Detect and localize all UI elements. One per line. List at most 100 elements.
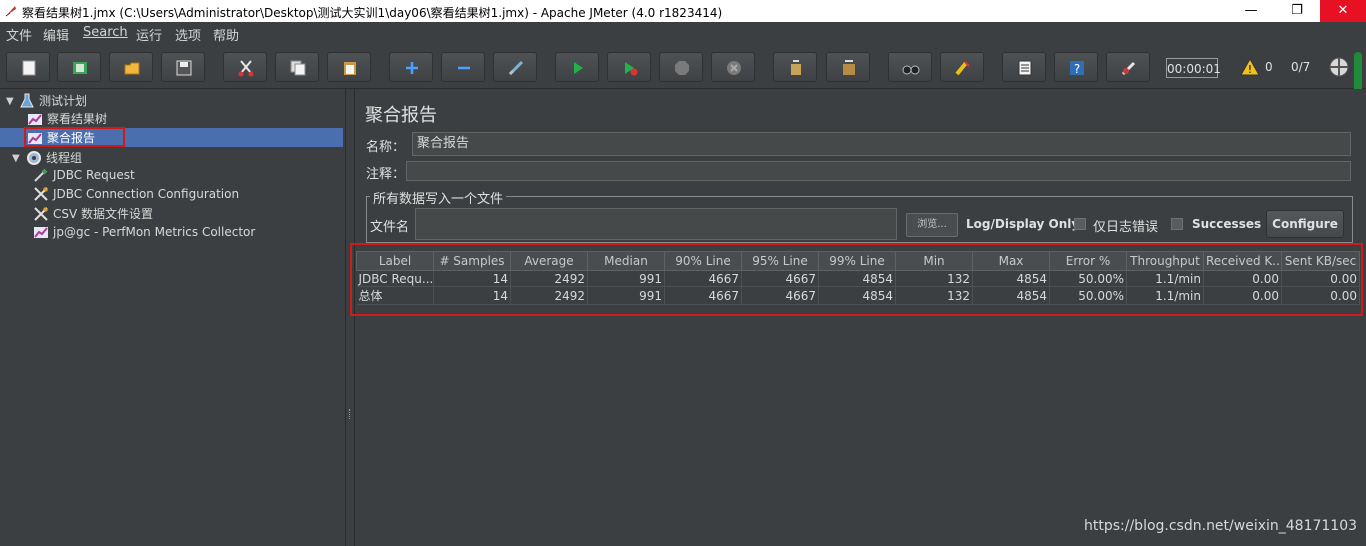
menu-help[interactable]: 帮助 xyxy=(213,25,239,44)
minimize-button[interactable]: — xyxy=(1228,0,1274,22)
reset-search-button[interactable] xyxy=(940,52,984,82)
maximize-button[interactable]: ❐ xyxy=(1274,0,1320,22)
templates-icon xyxy=(73,62,87,74)
start-no-pause-button[interactable] xyxy=(607,52,651,82)
cut-button[interactable] xyxy=(223,52,267,82)
errors-only-label: 仅日志错误 xyxy=(1093,220,1159,235)
function-helper-icon xyxy=(1018,60,1032,76)
remote-button[interactable] xyxy=(1106,52,1150,82)
tree-node-jdbc-connection[interactable]: JDBC Connection Configuration xyxy=(33,186,239,204)
open-button[interactable] xyxy=(109,52,153,82)
toolbar: ? 00:00:01 ! 0 0/7 xyxy=(0,46,1366,89)
browse-button[interactable]: 浏览... xyxy=(906,213,958,237)
expand-arrow-icon[interactable]: ▼ xyxy=(12,153,20,164)
tree-node-label: 线程组 xyxy=(46,151,83,165)
tree-node-perfmon[interactable]: jp@gc - PerfMon Metrics Collector xyxy=(33,224,255,242)
file-output-group-title: 所有数据写入一个文件 xyxy=(370,188,507,207)
tree-node-label: 察看结果树 xyxy=(47,112,108,126)
tree-node-test-plan[interactable]: 测试计划 xyxy=(19,92,87,110)
search-icon xyxy=(902,65,920,75)
annotation-table-highlight-box xyxy=(350,243,1363,316)
cut-icon xyxy=(238,60,254,77)
tree-node-label: CSV 数据文件设置 xyxy=(53,207,154,221)
expand-all-button[interactable] xyxy=(389,52,433,82)
copy-button[interactable] xyxy=(275,52,319,82)
configure-button[interactable]: Configure xyxy=(1266,210,1344,238)
paste-icon xyxy=(344,62,356,75)
menu-search[interactable]: Search xyxy=(83,25,128,40)
menu-bar: 文件 编辑 Search 运行 选项 帮助 xyxy=(0,22,1366,44)
tree-node-thread-group[interactable]: 线程组 xyxy=(26,149,82,167)
new-button[interactable] xyxy=(6,52,50,82)
clear-icon xyxy=(791,60,801,75)
new-icon xyxy=(22,60,36,76)
successes-label: Successes xyxy=(1192,217,1262,231)
watermark-text: https://blog.csdn.net/weixin_48171103 xyxy=(1084,518,1358,534)
svg-text:!: ! xyxy=(1248,63,1252,76)
title-bar: 察看结果树1.jmx (C:\Users\Administrator\Deskt… xyxy=(0,0,1366,22)
tree-node-view-results-tree[interactable]: 察看结果树 xyxy=(27,110,107,128)
expand-icon xyxy=(406,62,418,74)
successes-checkbox[interactable] xyxy=(1171,218,1183,230)
page-title: 聚合报告 xyxy=(365,105,437,126)
window-title: 察看结果树1.jmx (C:\Users\Administrator\Deskt… xyxy=(22,6,723,20)
clear-button[interactable] xyxy=(773,52,817,82)
name-label: 名称： xyxy=(366,140,406,155)
divider-grip[interactable] xyxy=(349,409,352,419)
gear-icon xyxy=(27,150,41,165)
menu-options[interactable]: 选项 xyxy=(175,25,201,44)
errors-only-checkbox[interactable] xyxy=(1074,218,1086,230)
collapse-all-button[interactable] xyxy=(441,52,485,82)
aggregate-report-panel: 聚合报告 名称： 聚合报告 注释： 所有数据写入一个文件 文件名 浏览... L… xyxy=(356,89,1366,546)
shutdown-button[interactable] xyxy=(711,52,755,82)
menu-run[interactable]: 运行 xyxy=(136,25,162,44)
stop-icon xyxy=(675,61,689,75)
name-field[interactable]: 聚合报告 xyxy=(412,132,1351,156)
shutdown-icon xyxy=(727,61,741,75)
templates-button[interactable] xyxy=(57,52,101,82)
comment-field[interactable] xyxy=(406,161,1351,181)
globe-icon[interactable] xyxy=(1328,56,1350,78)
close-button[interactable]: ✕ xyxy=(1320,0,1366,22)
menu-edit[interactable]: 编辑 xyxy=(43,25,69,44)
toggle-icon xyxy=(508,60,524,76)
start-button[interactable] xyxy=(555,52,599,82)
active-threads: 0/7 xyxy=(1291,60,1311,74)
function-helper-button[interactable] xyxy=(1002,52,1046,82)
elapsed-timer: 00:00:01 xyxy=(1166,58,1221,78)
menu-file[interactable]: 文件 xyxy=(6,25,32,44)
tree-node-csv-config[interactable]: CSV 数据文件设置 xyxy=(33,205,153,223)
help-icon: ? xyxy=(1070,61,1084,76)
comment-label: 注释： xyxy=(366,167,406,182)
stop-button[interactable] xyxy=(659,52,703,82)
paste-button[interactable] xyxy=(327,52,371,82)
toggle-button[interactable] xyxy=(493,52,537,82)
clear-all-button[interactable] xyxy=(826,52,870,82)
tree-node-jdbc-request[interactable]: JDBC Request xyxy=(33,167,135,185)
filename-input[interactable] xyxy=(415,208,897,240)
flask-icon xyxy=(20,93,34,107)
tree-node-label: JDBC Connection Configuration xyxy=(53,187,240,201)
filename-label: 文件名 xyxy=(370,220,410,235)
log-display-label: Log/Display Only: xyxy=(966,217,1084,231)
warning-icon[interactable]: ! xyxy=(1240,58,1260,76)
clear-all-icon xyxy=(843,60,855,75)
test-plan-tree: ▼ 测试计划 察看结果树 聚合报告 ▼ 线程组 JDBC Request JDB… xyxy=(0,89,345,546)
svg-text:?: ? xyxy=(1074,62,1080,76)
expand-arrow-icon[interactable]: ▼ xyxy=(6,96,14,107)
reset-search-icon xyxy=(955,61,970,76)
chart-icon xyxy=(28,113,42,125)
warning-count: 0 xyxy=(1265,60,1273,74)
open-icon xyxy=(124,62,140,75)
start-no-pause-icon xyxy=(625,62,638,76)
help-button[interactable]: ? xyxy=(1054,52,1098,82)
split-pane-divider[interactable] xyxy=(345,89,355,546)
tree-node-label: JDBC Request xyxy=(53,168,135,182)
pipette-icon xyxy=(34,168,48,182)
save-button[interactable] xyxy=(161,52,205,82)
start-icon xyxy=(574,62,583,74)
annotation-highlight-box xyxy=(24,127,125,147)
search-button[interactable] xyxy=(888,52,932,82)
wrench-icon xyxy=(34,186,49,201)
copy-icon xyxy=(290,60,306,76)
